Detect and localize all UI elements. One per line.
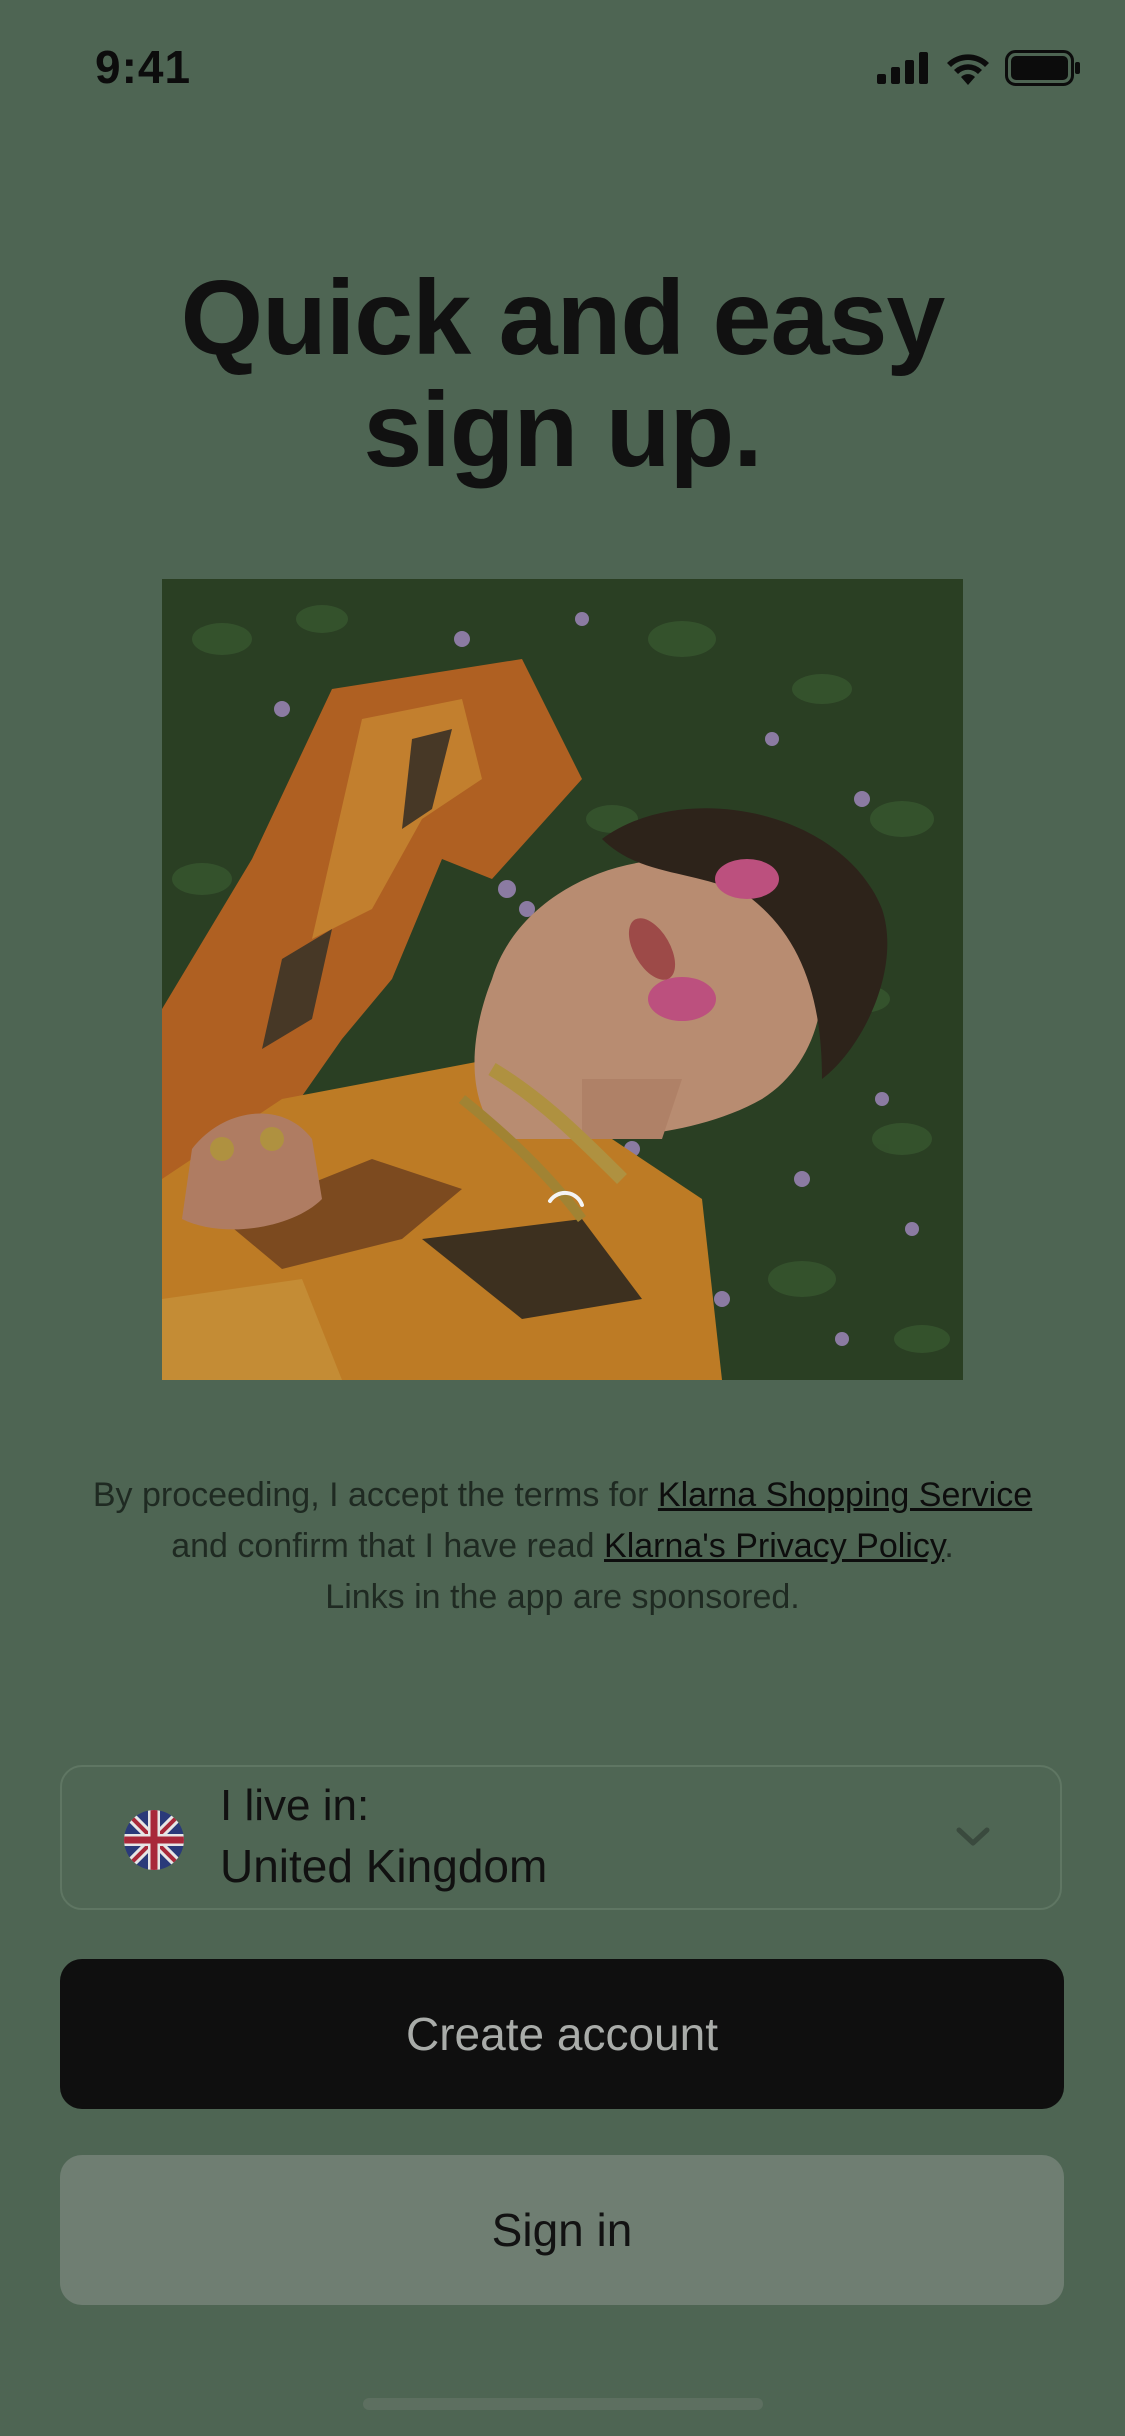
- sponsored-note: Links in the app are sponsored.: [325, 1578, 800, 1616]
- page-title-line2: sign up.: [363, 371, 762, 489]
- create-account-button[interactable]: Create account: [60, 1959, 1064, 2109]
- wifi-icon: [947, 54, 989, 85]
- legal-suffix: .: [944, 1527, 954, 1565]
- klarna-shopping-service-link[interactable]: Klarna Shopping Service: [658, 1476, 1032, 1514]
- page-title-line1: Quick and easy: [180, 259, 946, 377]
- privacy-policy-link[interactable]: Klarna's Privacy Policy: [604, 1527, 944, 1565]
- uk-flag-icon: [124, 1810, 184, 1870]
- sign-in-button[interactable]: Sign in: [60, 2155, 1064, 2305]
- status-bar: 9:41: [0, 0, 1125, 140]
- chevron-down-icon: [956, 1827, 990, 1846]
- legal-text: By proceeding, I accept the terms for Kl…: [70, 1470, 1055, 1623]
- hero-image: [162, 579, 963, 1380]
- status-icons: [877, 50, 1081, 86]
- page-title: Quick and easy sign up.: [0, 262, 1125, 486]
- country-label: I live in:: [220, 1781, 370, 1830]
- home-indicator: [363, 2398, 763, 2410]
- loading-spinner-icon: [548, 1190, 584, 1207]
- country-selector[interactable]: I live in: United Kingdom: [60, 1765, 1062, 1910]
- legal-prefix: By proceeding, I accept the terms for: [92, 1476, 658, 1514]
- cellular-signal-icon: [877, 52, 928, 84]
- country-value: United Kingdom: [220, 1840, 548, 1892]
- battery-icon: [1005, 50, 1080, 86]
- legal-middle: and confirm that I have read: [171, 1527, 605, 1565]
- status-time: 9:41: [95, 41, 192, 93]
